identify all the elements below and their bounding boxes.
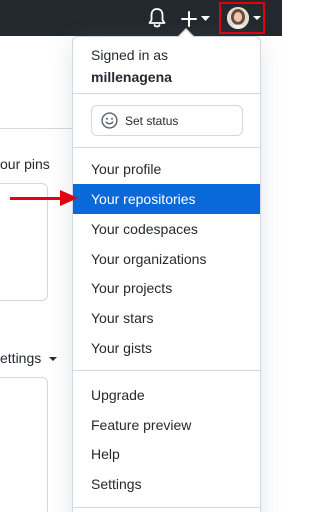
page-divider xyxy=(0,128,75,129)
menu-item-upgrade[interactable]: Upgrade xyxy=(73,380,260,410)
caret-down-icon xyxy=(201,16,210,21)
set-status-label: Set status xyxy=(125,114,179,128)
caret-down-icon xyxy=(253,16,261,20)
caret-down-icon xyxy=(49,357,58,362)
signed-in-label: Signed in as xyxy=(91,47,169,63)
dropdown-notch-fill xyxy=(179,30,193,37)
menu-item-your-organizations[interactable]: Your organizations xyxy=(73,244,260,274)
username[interactable]: millenagena xyxy=(91,69,172,85)
user-menu-button[interactable] xyxy=(219,2,265,34)
user-dropdown-menu: Signed in as millenagena Set status Your… xyxy=(72,36,261,512)
menu-item-your-repositories[interactable]: Your repositories xyxy=(73,184,260,214)
plus-icon xyxy=(181,11,197,27)
contribution-card xyxy=(0,377,48,512)
menu-divider xyxy=(73,93,260,94)
smiley-icon xyxy=(101,112,118,129)
menu-divider xyxy=(73,147,260,148)
menu-item-settings[interactable]: Settings xyxy=(73,469,260,499)
create-new-button[interactable] xyxy=(180,6,212,30)
menu-item-your-gists[interactable]: Your gists xyxy=(73,333,260,363)
avatar xyxy=(227,7,249,29)
contribution-settings-label: ettings xyxy=(0,350,42,366)
bell-icon[interactable] xyxy=(146,6,168,30)
arrow-shaft xyxy=(10,197,62,200)
menu-divider xyxy=(73,370,260,371)
set-status-button[interactable]: Set status xyxy=(91,105,243,136)
pinned-card xyxy=(0,183,48,301)
menu-item-help[interactable]: Help xyxy=(73,439,260,469)
top-navbar xyxy=(0,0,282,36)
menu-item-feature-preview[interactable]: Feature preview xyxy=(73,410,260,440)
menu-item-your-stars[interactable]: Your stars xyxy=(73,303,260,333)
customize-pins-link[interactable]: our pins xyxy=(0,156,50,172)
menu-divider xyxy=(73,507,260,508)
contribution-settings-dropdown[interactable]: ettings xyxy=(0,350,58,366)
avatar-image xyxy=(227,7,249,29)
menu-item-your-profile[interactable]: Your profile xyxy=(73,154,260,184)
menu-item-your-projects[interactable]: Your projects xyxy=(73,273,260,303)
menu-item-your-codespaces[interactable]: Your codespaces xyxy=(73,214,260,244)
arrow-head xyxy=(60,190,78,206)
